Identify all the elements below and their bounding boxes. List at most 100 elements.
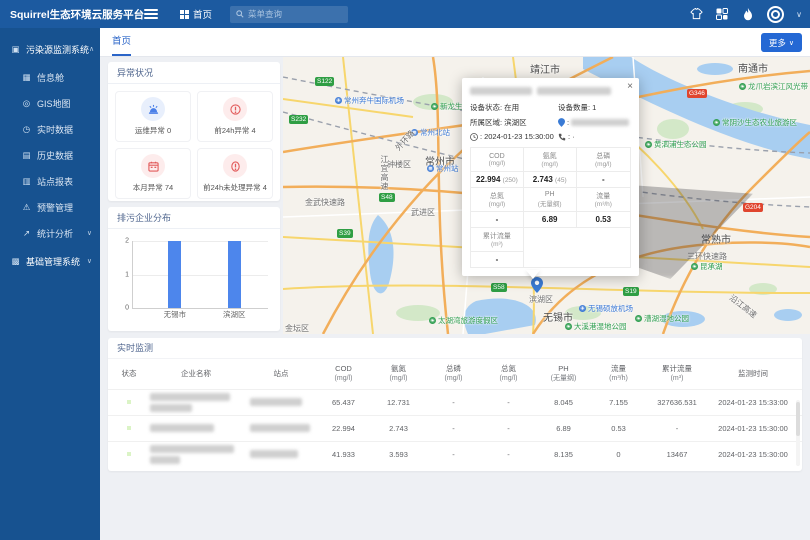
flame-icon[interactable] — [741, 7, 755, 21]
tp-value: - — [576, 172, 630, 188]
gridline — [133, 275, 268, 276]
sidebar-item-gis-map[interactable]: ◎ GIS地图 — [0, 90, 100, 116]
device-address-redacted: : — [558, 117, 631, 128]
stat-card-24h-abnormal[interactable]: 前24h异常 4 — [197, 91, 273, 142]
device-time: :2024-01-23 15:30:00 — [470, 132, 558, 141]
nh3-value: 2.743 (45) — [523, 172, 576, 188]
tab-home[interactable]: 首页 — [112, 28, 131, 56]
table-row[interactable]: 65.437 12.731 - - 8.045 7.155 327636.531… — [108, 389, 802, 415]
panel-title: 实时监测 — [108, 338, 802, 358]
map-label-district: 金坛区 — [285, 323, 309, 334]
popup-title-redacted — [470, 87, 631, 95]
menu-toggle-icon[interactable] — [144, 9, 158, 19]
map-poi-airport: ✈常州奔牛国际机场 — [335, 95, 404, 106]
leaf-icon: ❧ — [429, 317, 436, 324]
pin-icon — [558, 118, 565, 127]
search-input[interactable] — [248, 9, 342, 19]
flow-value: 0.53 — [576, 212, 630, 228]
total-flow-value: - — [471, 252, 524, 268]
map-poi-park: ❧太湖湾旅游度假区 — [429, 315, 498, 326]
cod-value: 22.994 (250) — [471, 172, 524, 188]
home-shortcut[interactable]: 首页 — [180, 7, 212, 21]
popup-anchor — [526, 270, 540, 286]
sidebar-item-statistics[interactable]: ↗ 统计分析 ∨ — [0, 220, 100, 246]
grid-icon — [180, 10, 189, 19]
route-badge: S19 — [623, 287, 639, 296]
chevron-down-icon: ∨ — [789, 39, 794, 47]
alert-circle-icon — [223, 97, 247, 121]
map-poi-lake: ❧昆承湖 — [691, 261, 723, 272]
y-tick: 0 — [119, 305, 129, 312]
bar-chart: 2 1 0 无锡市 滨湖区 — [116, 237, 272, 323]
map-road-label: 金武快速路 — [305, 197, 345, 208]
sidebar-item-history-data[interactable]: ▤ 历史数据 — [0, 142, 100, 168]
map-label-district: 武进区 — [411, 207, 435, 218]
topbar-actions: ∨ — [689, 0, 802, 28]
plane-icon: ✈ — [335, 97, 342, 104]
map-poi-park: ❧大溪港湿地公园 — [565, 321, 627, 332]
realtime-monitor-panel: 实时监测 状态 企业名称 站点 COD(mg/l) 氨氮(mg/l) 总磷(mg… — [108, 338, 802, 471]
sidebar-group-basic-management[interactable]: ▩ 基础管理系统 ∨ — [0, 246, 100, 276]
leaf-icon: ❧ — [645, 141, 652, 148]
user-avatar[interactable] — [767, 6, 784, 23]
sidebar-item-alert-management[interactable]: ⚠ 预警管理 — [0, 194, 100, 220]
sidebar-item-station-report[interactable]: ▥ 站点报表 — [0, 168, 100, 194]
ph-value: 6.89 — [523, 212, 576, 228]
compass-icon: ◎ — [21, 98, 32, 109]
stat-card-ops-abnormal[interactable]: 运维异常 0 — [115, 91, 191, 142]
app-root: Squirrel生态环境云服务平台 首页 ∨ ▣ 污染源监 — [0, 0, 810, 540]
clock-icon: ◷ — [21, 124, 32, 135]
close-icon[interactable]: × — [627, 82, 633, 92]
popup-metrics-table: COD(mg/l) 氨氮(mg/l) 总磷(mg/l) 22.994 (250)… — [470, 147, 631, 268]
bar-chart-icon: ▥ — [21, 176, 32, 187]
map-poi-station: ≣常州北站 — [411, 127, 450, 138]
menu-search[interactable] — [230, 6, 348, 23]
leaf-icon: ❧ — [635, 315, 642, 322]
tn-value: - — [471, 212, 524, 228]
sidebar: ▣ 污染源监测系统 ∧ ▦ 信息舱 ◎ GIS地图 ◷ 实时数据 ▤ 历史数据 … — [0, 28, 100, 540]
map-label-district: 钟楼区 — [387, 159, 411, 170]
table-row[interactable]: 41.933 3.593 - - 8.135 0 13467 2024-01-2… — [108, 441, 802, 467]
map-label-city: 南通市 — [738, 60, 768, 75]
enterprise-distribution-panel: 排污企业分布 2 1 0 无锡市 滨湖区 — [108, 207, 280, 331]
user-menu-caret-icon[interactable]: ∨ — [796, 10, 802, 19]
sidebar-group-pollution-monitoring[interactable]: ▣ 污染源监测系统 ∧ — [0, 34, 100, 64]
gis-map[interactable]: S122 G346 S232 G204 S48 S58 S39 G2 S19 S… — [283, 57, 810, 334]
layout-split-icon[interactable] — [715, 7, 729, 21]
sidebar-group-label: 基础管理系统 — [26, 255, 80, 268]
more-button[interactable]: 更多 ∨ — [761, 33, 802, 52]
map-poi-park: ❧龙爪岩滨江风光带 — [739, 81, 808, 92]
device-region: 所属区域:滨湖区 — [470, 117, 558, 128]
site-name-redacted — [246, 450, 316, 458]
leaf-icon: ❧ — [691, 263, 698, 270]
map-poi-park: ❧黄泗浦生态公园 — [645, 139, 707, 150]
chevron-up-icon: ∧ — [89, 45, 94, 53]
scrollbar-thumb[interactable] — [796, 402, 800, 436]
map-road-label: 江宜高速 — [379, 155, 390, 191]
theme-skin-icon[interactable] — [689, 7, 703, 21]
main-content: 异常状况 运维异常 0 前24h异常 4 — [100, 57, 810, 540]
y-tick: 1 — [119, 271, 129, 278]
bar-wuxi[interactable] — [168, 241, 181, 308]
siren-icon — [141, 97, 165, 121]
home-shortcut-label: 首页 — [193, 7, 212, 21]
sidebar-item-realtime-data[interactable]: ◷ 实时数据 — [0, 116, 100, 142]
settings-icon: ▩ — [10, 256, 21, 267]
phone-icon — [558, 133, 566, 141]
stat-card-month-abnormal[interactable]: 本月异常 74 — [115, 148, 191, 199]
app-logo: Squirrel生态环境云服务平台 — [0, 7, 130, 22]
company-name-redacted — [146, 424, 246, 432]
route-badge: S48 — [379, 193, 395, 202]
leaf-icon: ❧ — [431, 103, 438, 110]
line-chart-icon: ↗ — [21, 228, 32, 239]
sidebar-item-info-hub[interactable]: ▦ 信息舱 — [0, 64, 100, 90]
monitor-system-icon: ▣ — [10, 44, 21, 55]
stat-card-24h-unhandled[interactable]: 前24h未处理异常 4 — [197, 148, 273, 199]
route-badge: G204 — [743, 203, 763, 212]
route-badge: G346 — [687, 89, 707, 98]
table-row[interactable]: 22.994 2.743 - - 6.89 0.53 - 2024-01-23 … — [108, 415, 802, 441]
route-badge: S232 — [289, 115, 308, 124]
chevron-down-icon: ∨ — [87, 257, 92, 265]
bar-binhu[interactable] — [228, 241, 241, 308]
dashboard-icon: ▦ — [21, 72, 32, 83]
